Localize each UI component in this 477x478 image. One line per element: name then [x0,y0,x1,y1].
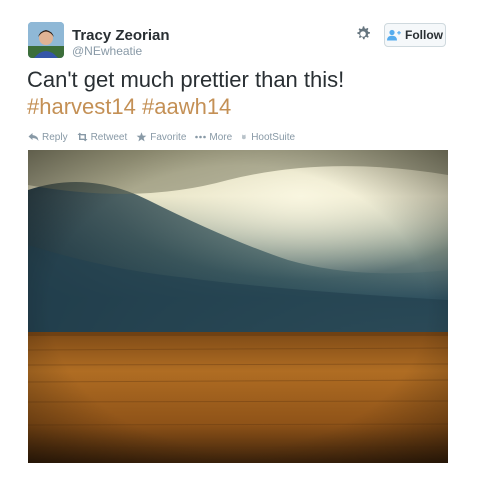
user-display-name[interactable]: Tracy Zeorian [72,27,170,44]
reply-action[interactable]: Reply [28,132,68,143]
avatar[interactable] [28,22,64,58]
reply-icon [28,133,39,141]
add-user-icon [387,29,401,41]
owl-icon [242,134,246,140]
follow-label: Follow [405,28,443,42]
tweet-actions: Reply Retweet Favorite More HootSuite [28,130,304,144]
wheat-field-storm-image [28,150,448,463]
retweet-action[interactable]: Retweet [77,131,128,143]
more-label: More [209,131,233,143]
hashtag-link[interactable]: #harvest14 [27,94,136,119]
hashtag-link[interactable]: #aawh14 [142,94,231,119]
favorite-label: Favorite [150,131,187,143]
user-handle[interactable]: @NEwheatie [72,44,142,58]
hootsuite-action[interactable]: HootSuite [241,132,295,143]
star-icon [136,132,147,142]
favorite-action[interactable]: Favorite [136,132,186,143]
tweet-photo[interactable] [28,150,448,463]
retweet-label: Retweet [90,131,128,143]
reply-label: Reply [42,131,68,143]
retweet-icon [77,132,88,142]
more-action[interactable]: More [195,132,232,143]
tweet-text: Can't get much prettier than this! #harv… [27,66,447,120]
tweet-text-line: Can't get much prettier than this! [27,67,345,92]
gear-icon[interactable] [354,25,372,43]
follow-button[interactable]: Follow [384,23,446,47]
ellipsis-icon [195,135,207,139]
hootsuite-label: HootSuite [251,131,296,143]
